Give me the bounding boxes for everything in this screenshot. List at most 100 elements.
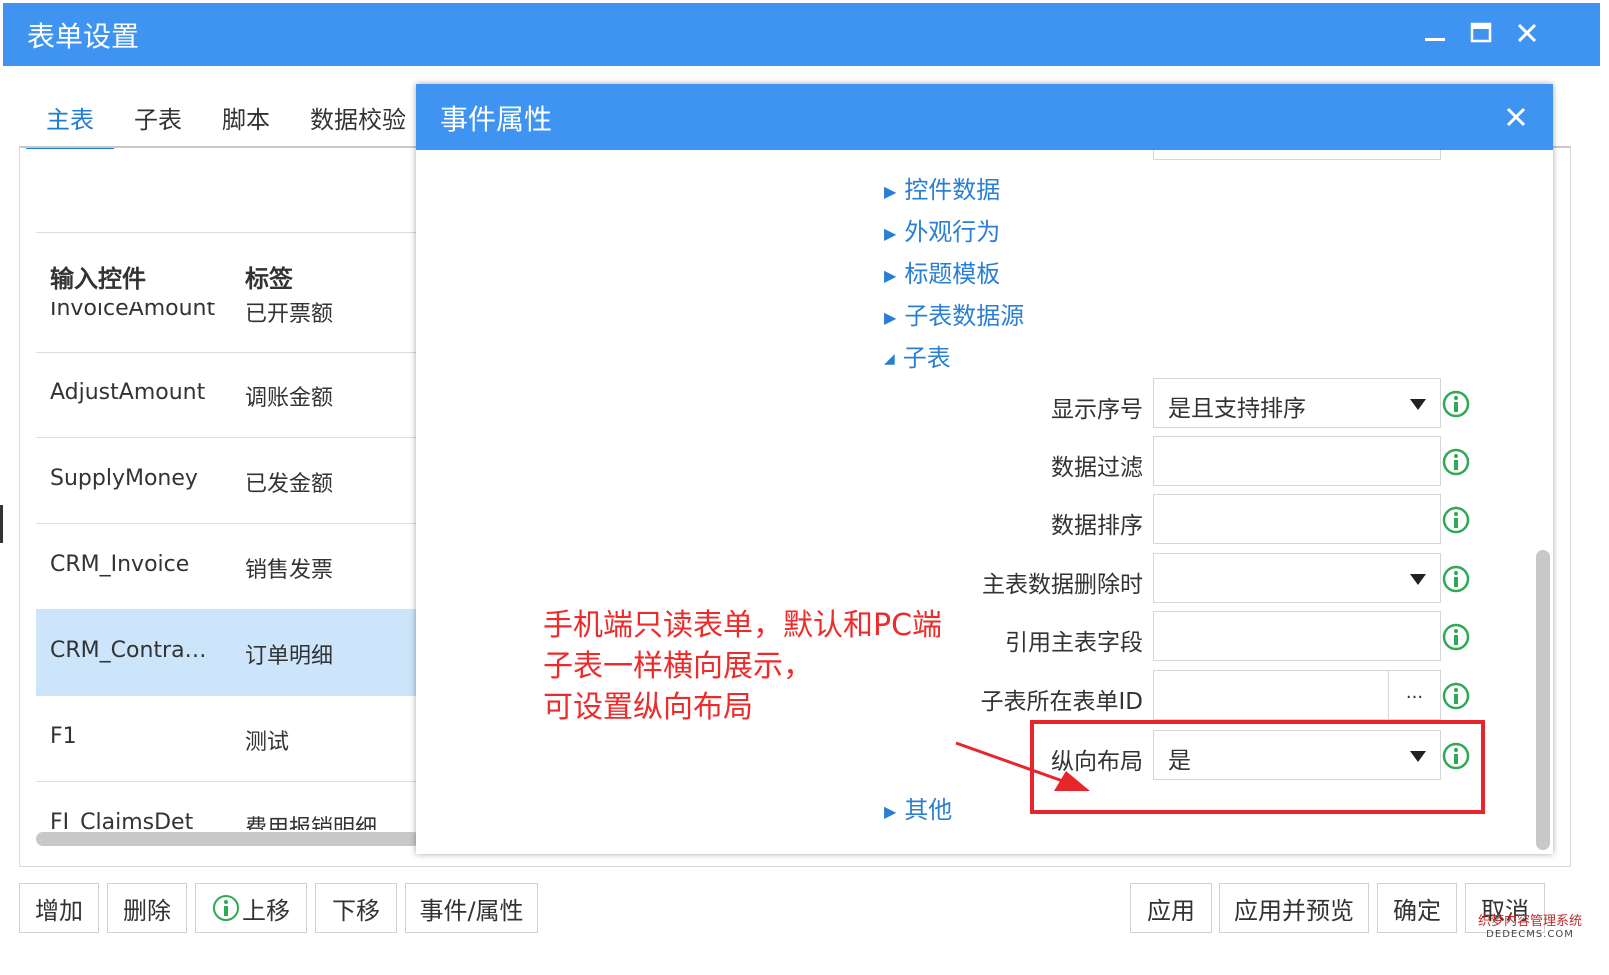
expand-arrow-icon: ▶ bbox=[884, 223, 897, 243]
annotation-text: 手机端只读表单，默认和PC端 子表一样横向展示， 可设置纵向布局 bbox=[543, 605, 942, 728]
on-main-delete-select[interactable] bbox=[1153, 553, 1441, 603]
cell-control: CRM_Invoice bbox=[50, 552, 190, 577]
watermark-line: DEDECMS.COM bbox=[1486, 929, 1574, 940]
cell-label: 调账金额 bbox=[245, 386, 334, 411]
cell-control: AdjustAmount bbox=[50, 380, 206, 405]
section-label: 外观行为 bbox=[904, 218, 1001, 246]
prop-label-data-filter: 数据过滤 bbox=[1051, 455, 1143, 481]
move-up-label: 上移 bbox=[242, 896, 290, 925]
select-value: 是且支持排序 bbox=[1168, 396, 1306, 422]
prop-label-on-main-delete: 主表数据删除时 bbox=[982, 572, 1143, 598]
ref-main-field-input[interactable] bbox=[1153, 611, 1441, 661]
cell-control: F1 bbox=[50, 724, 77, 749]
cell-control: FI_ClaimsDet bbox=[50, 810, 194, 830]
picker-button[interactable]: ... bbox=[1388, 670, 1441, 720]
cell-label: 费用报销明细 bbox=[245, 816, 378, 830]
cell-label: 销售发票 bbox=[245, 558, 334, 583]
info-icon[interactable] bbox=[1441, 564, 1471, 594]
tab-validation[interactable]: 数据校验 bbox=[298, 100, 418, 146]
title-bar[interactable]: 表单设置 bbox=[3, 3, 1600, 66]
info-icon[interactable] bbox=[1441, 389, 1471, 419]
info-icon[interactable] bbox=[1441, 681, 1471, 711]
bottom-toolbar: 增加 删除 上移 下移 事件/属性 应用 应用并预览 确定 取消 bbox=[0, 880, 1609, 940]
table-row[interactable]: InvoiceAmount 已开票额 bbox=[36, 302, 416, 353]
dialog-title: 事件属性 bbox=[440, 103, 553, 136]
column-header-label: 标签 bbox=[245, 265, 293, 293]
info-icon[interactable] bbox=[1441, 622, 1471, 652]
cell-control: InvoiceAmount bbox=[50, 302, 216, 321]
table-row-selected[interactable]: CRM_Contra… 订单明细 bbox=[36, 610, 416, 696]
info-icon[interactable] bbox=[1441, 505, 1471, 535]
dropdown-caret-icon bbox=[1410, 574, 1426, 585]
column-header-control: 输入控件 bbox=[50, 265, 146, 293]
cell-label: 已发金额 bbox=[245, 472, 334, 497]
cell-label: 订单明细 bbox=[245, 644, 334, 669]
prop-label-ref-main-field: 引用主表字段 bbox=[1005, 630, 1143, 656]
prop-label-subtable-form-id: 子表所在表单ID bbox=[980, 689, 1144, 715]
apply-preview-button[interactable]: 应用并预览 bbox=[1219, 883, 1369, 933]
ok-button[interactable]: 确定 bbox=[1377, 883, 1457, 933]
edge-mark bbox=[0, 505, 3, 543]
collapse-arrow-icon: ◢ bbox=[884, 351, 895, 367]
watermark-line: 织梦内容管理系统 bbox=[1477, 914, 1582, 929]
data-filter-input[interactable] bbox=[1153, 436, 1441, 486]
close-icon[interactable] bbox=[1511, 17, 1543, 49]
table-row[interactable]: AdjustAmount 调账金额 bbox=[36, 352, 416, 438]
annotation-line: 手机端只读表单，默认和PC端 bbox=[543, 608, 943, 643]
watermark-logo: 织梦内容管理系统 DEDECMS.COM bbox=[1460, 915, 1600, 943]
section-control-data[interactable]: ▶ 控件数据 bbox=[884, 170, 1000, 205]
annotation-line: 子表一样横向展示， bbox=[543, 649, 813, 684]
expand-arrow-icon: ▶ bbox=[884, 181, 897, 201]
horizontal-scrollbar[interactable] bbox=[36, 832, 420, 846]
section-label: 标题模板 bbox=[904, 260, 1001, 288]
section-label: 子表数据源 bbox=[904, 302, 1025, 330]
prop-label-show-index: 显示序号 bbox=[1051, 397, 1143, 423]
info-icon[interactable] bbox=[1441, 447, 1471, 477]
section-subtable-datasource[interactable]: ▶ 子表数据源 bbox=[884, 296, 1024, 331]
delete-button[interactable]: 删除 bbox=[107, 883, 187, 933]
tab-sub-table[interactable]: 子表 bbox=[114, 100, 202, 146]
cell-label: 测试 bbox=[245, 730, 290, 755]
data-sort-input[interactable] bbox=[1153, 494, 1441, 544]
dialog-close-icon[interactable] bbox=[1499, 100, 1533, 134]
subtable-form-id-input[interactable] bbox=[1153, 670, 1389, 720]
cell-control: SupplyMoney bbox=[50, 466, 198, 491]
add-button[interactable]: 增加 bbox=[19, 883, 99, 933]
events-properties-button[interactable]: 事件/属性 bbox=[405, 883, 538, 933]
section-label: 控件数据 bbox=[904, 176, 1001, 204]
tab-script[interactable]: 脚本 bbox=[202, 100, 290, 146]
clipped-field bbox=[1153, 150, 1441, 160]
expand-arrow-icon: ▶ bbox=[884, 307, 897, 327]
table-row[interactable]: F1 测试 bbox=[36, 696, 416, 782]
show-index-select[interactable]: 是且支持排序 bbox=[1153, 378, 1441, 428]
info-icon bbox=[213, 895, 239, 921]
maximize-icon[interactable] bbox=[1465, 17, 1497, 49]
table-row[interactable]: CRM_Invoice 销售发票 bbox=[36, 524, 416, 610]
annotation-line: 可设置纵向布局 bbox=[543, 690, 753, 725]
minimize-icon[interactable] bbox=[1419, 17, 1451, 49]
section-label: 子表 bbox=[902, 344, 951, 372]
section-subtable[interactable]: ◢ 子表 bbox=[884, 338, 951, 373]
section-label: 其他 bbox=[904, 796, 953, 824]
section-title-template[interactable]: ▶ 标题模板 bbox=[884, 254, 1000, 289]
dropdown-caret-icon bbox=[1410, 399, 1426, 410]
vertical-scrollbar[interactable] bbox=[1536, 550, 1550, 850]
table-row[interactable]: FI_ClaimsDet 费用报销明细 bbox=[36, 782, 416, 830]
cell-label: 已开票额 bbox=[245, 302, 334, 327]
expand-arrow-icon: ▶ bbox=[884, 265, 897, 285]
move-up-button[interactable]: 上移 bbox=[195, 883, 307, 933]
grid-header: 输入控件 标签 bbox=[36, 232, 416, 303]
window-title: 表单设置 bbox=[27, 20, 140, 53]
annotation-highlight-box bbox=[1030, 720, 1485, 814]
expand-arrow-icon: ▶ bbox=[884, 801, 897, 821]
section-other[interactable]: ▶ 其他 bbox=[884, 790, 952, 825]
apply-button[interactable]: 应用 bbox=[1130, 883, 1212, 933]
cell-control: CRM_Contra… bbox=[50, 638, 207, 663]
move-down-button[interactable]: 下移 bbox=[315, 883, 397, 933]
dialog-title-bar[interactable]: 事件属性 bbox=[416, 84, 1553, 150]
table-row[interactable]: SupplyMoney 已发金额 bbox=[36, 438, 416, 524]
section-appearance[interactable]: ▶ 外观行为 bbox=[884, 212, 1000, 247]
tab-main-table[interactable]: 主表 bbox=[26, 100, 114, 149]
form-settings-window: 表单设置 主表 子表 脚本 数据校验 输入控件 标签 InvoiceAmount… bbox=[0, 0, 1609, 975]
prop-label-data-sort: 数据排序 bbox=[1051, 513, 1143, 539]
